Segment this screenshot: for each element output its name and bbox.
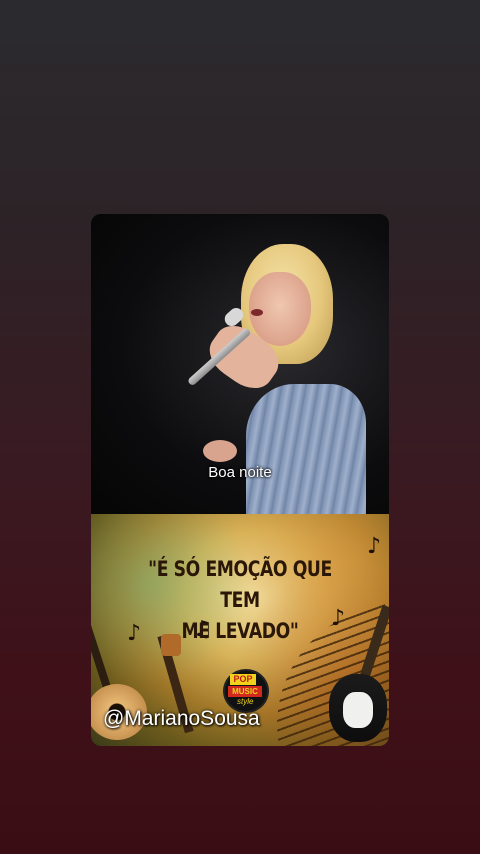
logo-music: MUSIC: [228, 686, 262, 697]
singer-shirt: [246, 384, 366, 514]
music-note-icon: ♪: [367, 534, 382, 559]
guitar-pickguard: [343, 692, 373, 728]
quote-line-1: "É SÓ EMOÇÃO QUE TEM: [148, 557, 332, 612]
logo-style: style: [237, 697, 254, 706]
quote-text: "É SÓ EMOÇÃO QUE TEM ME LEVADO": [134, 554, 346, 647]
story-card[interactable]: Boa noite ♪ ♪ ♫ ♪ "É SÓ EMOÇÃO QUE TEM M…: [91, 214, 389, 746]
quote-poster: ♪ ♪ ♫ ♪ "É SÓ EMOÇÃO QUE TEM ME LEVADO" …: [91, 514, 389, 746]
video-subtitle: Boa noite: [208, 464, 272, 481]
video-frame[interactable]: Boa noite: [91, 214, 389, 514]
singer-hand: [203, 440, 237, 462]
quote-line-2: ME LEVADO": [181, 619, 299, 643]
account-handle: @MarianoSousa: [103, 707, 260, 730]
singer-mouth: [251, 309, 263, 316]
logo-pop: POP: [230, 674, 256, 685]
